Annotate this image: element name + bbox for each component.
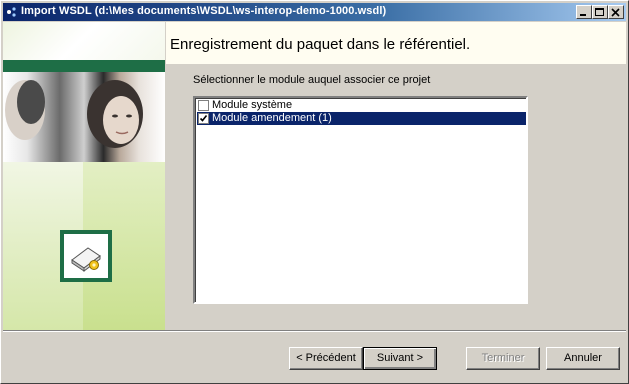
- close-icon: [611, 8, 620, 17]
- minimize-button[interactable]: [576, 5, 592, 19]
- package-icon-frame: [60, 230, 112, 282]
- faces-photo: [5, 80, 143, 148]
- maximize-button[interactable]: [592, 5, 608, 19]
- module-item-amendement[interactable]: Module amendement (1): [197, 112, 526, 125]
- minimize-icon: [580, 14, 586, 16]
- module-list[interactable]: Module système Module amendement (1): [193, 96, 528, 304]
- module-item-label: Module système: [212, 99, 293, 111]
- package-icon: [71, 247, 101, 272]
- module-list-label: Sélectionner le module auquel associer c…: [193, 74, 431, 86]
- module-item-systeme[interactable]: Module système: [197, 99, 526, 112]
- module-checkbox-systeme[interactable]: [198, 100, 209, 111]
- maximize-icon: [595, 8, 604, 16]
- module-item-label: Module amendement (1): [212, 112, 332, 124]
- window-title: Import WSDL (d:\Mes documents\WSDL\ws-in…: [21, 5, 387, 17]
- close-button[interactable]: [608, 5, 624, 19]
- banner-photo: [3, 72, 165, 162]
- page-title: Enregistrement du paquet dans le référen…: [170, 36, 471, 53]
- wizard-side-banner: [3, 22, 165, 330]
- module-checkbox-amendement[interactable]: [198, 113, 209, 124]
- finish-button[interactable]: Terminer: [466, 347, 540, 370]
- import-wsdl-window: Import WSDL (d:\Mes documents\WSDL\ws-in…: [0, 0, 629, 384]
- previous-button[interactable]: < Précédent: [289, 347, 363, 370]
- banner-green-stripe: [3, 60, 165, 72]
- button-separator: [3, 330, 626, 332]
- title-bar[interactable]: Import WSDL (d:\Mes documents\WSDL\ws-in…: [3, 3, 626, 21]
- cancel-button[interactable]: Annuler: [546, 347, 620, 370]
- next-button[interactable]: Suivant >: [363, 347, 437, 370]
- checkmark-icon: [199, 115, 208, 122]
- wizard-header: Enregistrement du paquet dans le référen…: [166, 22, 626, 64]
- app-icon: [7, 7, 16, 17]
